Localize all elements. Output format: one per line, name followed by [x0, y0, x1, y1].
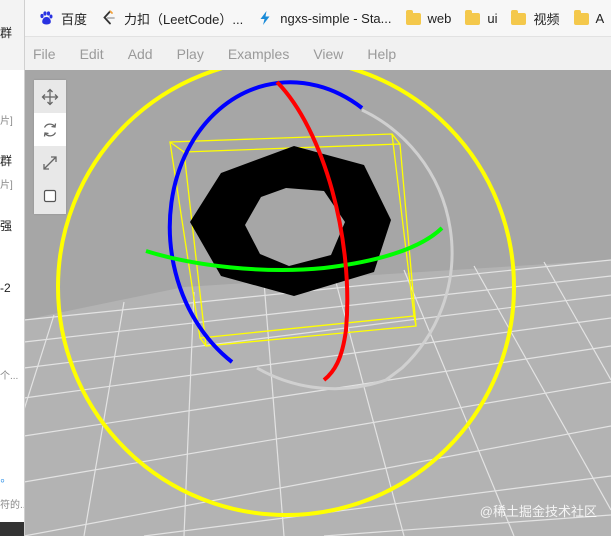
- leetcode-icon: [101, 10, 117, 26]
- left-panel-text: 群: [0, 26, 13, 40]
- menu-edit[interactable]: Edit: [80, 46, 104, 62]
- bookmark-label: web: [427, 10, 452, 26]
- left-panel-text: 片]: [0, 180, 13, 191]
- bookmarks-bar: 百度 力扣（LeetCode）... ngxs-simple - Sta... …: [24, 0, 611, 37]
- checkbox-icon: [43, 189, 57, 202]
- bookmark-label: 力扣（LeetCode）...: [124, 11, 244, 27]
- left-panel-text: 符的...: [0, 500, 24, 511]
- folder-icon: [573, 10, 589, 25]
- left-panel-text: 群: [0, 154, 13, 168]
- comment-icon[interactable]: ◦: [0, 472, 5, 488]
- rotate-tool-button[interactable]: [34, 113, 66, 146]
- bookmark-label: 百度: [61, 11, 88, 27]
- folder-icon: [405, 10, 421, 25]
- floor-plane: [24, 260, 611, 536]
- editor-menu-bar: File Edit Add Play Examples View Help: [24, 37, 611, 70]
- torus-mesh[interactable]: [190, 146, 391, 296]
- paw-icon: [38, 10, 54, 26]
- bookmark-baidu[interactable]: 百度: [38, 9, 87, 28]
- folder-icon: [511, 10, 527, 25]
- scale-arrows-icon: [43, 155, 57, 170]
- bookmark-leetcode[interactable]: 力扣（LeetCode）...: [101, 9, 243, 28]
- menu-add[interactable]: Add: [128, 46, 153, 62]
- left-panel-text: 片]: [0, 116, 13, 127]
- bookmark-label: A: [595, 10, 605, 26]
- bookmark-label: ngxs-simple - Sta...: [280, 10, 392, 26]
- rotate-icon: [43, 122, 57, 137]
- bookmark-label: 视频: [533, 11, 560, 27]
- bookmark-folder-a[interactable]: A: [573, 10, 605, 26]
- left-panel-text: -2: [0, 281, 11, 295]
- bookmark-label: ui: [487, 10, 498, 26]
- bookmark-ngxs-simple[interactable]: ngxs-simple - Sta...: [257, 10, 392, 26]
- translate-tool-button[interactable]: [34, 80, 66, 113]
- menu-file[interactable]: File: [33, 46, 56, 62]
- left-page-panel: 群 片] 群 片] 强 -2 个... ◦ 符的...: [0, 0, 25, 536]
- bookmark-folder-ui[interactable]: ui: [465, 10, 498, 26]
- move-arrows-icon: [41, 88, 59, 105]
- local-space-toggle[interactable]: [34, 179, 66, 212]
- left-panel-footer: [0, 522, 24, 536]
- watermark-text: @稀土掘金技术社区: [479, 504, 597, 519]
- lightning-icon: [257, 10, 273, 26]
- menu-examples[interactable]: Examples: [228, 46, 289, 62]
- menu-view[interactable]: View: [313, 46, 343, 62]
- transform-toolbar: [34, 80, 66, 214]
- left-panel-text: 强: [0, 219, 13, 233]
- viewport-canvas[interactable]: [24, 70, 611, 536]
- gizmo-y-ring[interactable]: [145, 226, 444, 272]
- scale-tool-button[interactable]: [34, 146, 66, 179]
- scene-viewport[interactable]: [24, 70, 611, 536]
- folder-icon: [465, 10, 481, 25]
- menu-help[interactable]: Help: [367, 46, 396, 62]
- left-panel-text: 个...: [0, 371, 19, 382]
- menu-play[interactable]: Play: [177, 46, 204, 62]
- bookmark-folder-web[interactable]: web: [405, 10, 452, 26]
- bookmark-folder-video[interactable]: 视频: [511, 9, 560, 28]
